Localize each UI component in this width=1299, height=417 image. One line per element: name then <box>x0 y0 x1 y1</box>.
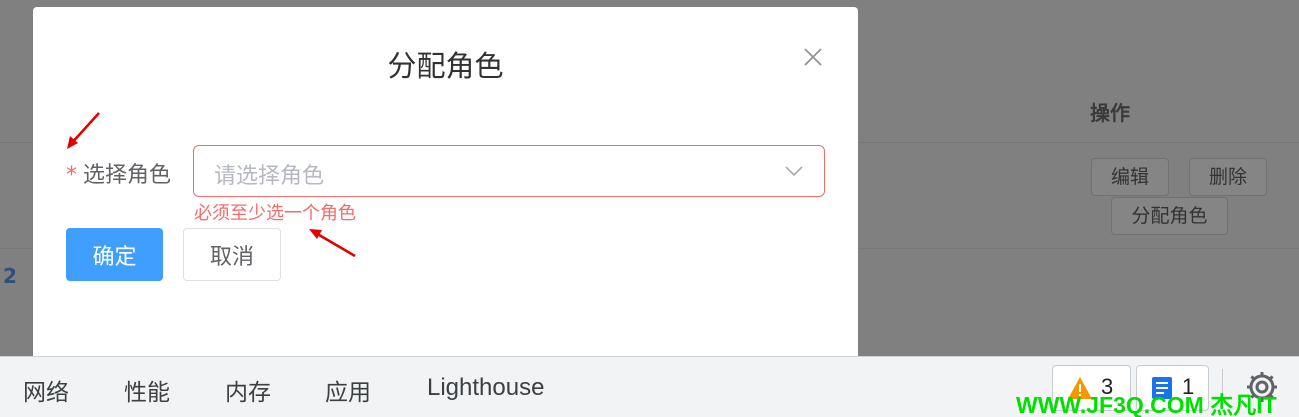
assign-role-dialog: 分配角色 * 选择角色 请选择角色 必须至少选一个角色 确定 取消 <box>33 7 858 356</box>
tab-memory[interactable]: 内存 <box>225 373 271 407</box>
role-select-placeholder: 请选择角色 <box>214 164 325 189</box>
close-icon[interactable] <box>801 45 825 69</box>
tab-application[interactable]: 应用 <box>325 373 371 407</box>
confirm-button[interactable]: 确定 <box>66 228 163 281</box>
tab-network[interactable]: 网络 <box>23 373 69 407</box>
chevron-down-icon <box>785 166 803 177</box>
row-index: 2 <box>3 264 17 288</box>
row-assign-role-button[interactable]: 分配角色 <box>1111 197 1228 235</box>
required-mark: * <box>66 163 77 188</box>
select-role-label: * 选择角色 <box>66 157 171 189</box>
site-watermark: WWW.JF3Q.COM 杰凡IT <box>1016 392 1277 417</box>
role-select[interactable]: 请选择角色 <box>193 145 825 197</box>
tab-performance[interactable]: 性能 <box>124 373 170 407</box>
row-delete-button[interactable]: 删除 <box>1189 158 1267 196</box>
row-edit-button[interactable]: 编辑 <box>1091 158 1169 196</box>
tab-lighthouse[interactable]: Lighthouse <box>427 374 544 402</box>
role-select-error: 必须至少选一个角色 <box>194 203 356 224</box>
cancel-button[interactable]: 取消 <box>183 228 281 281</box>
dialog-title: 分配角色 <box>387 49 504 83</box>
select-role-label-text: 选择角色 <box>83 163 172 188</box>
actions-column-header: 操作 <box>1090 101 1130 125</box>
